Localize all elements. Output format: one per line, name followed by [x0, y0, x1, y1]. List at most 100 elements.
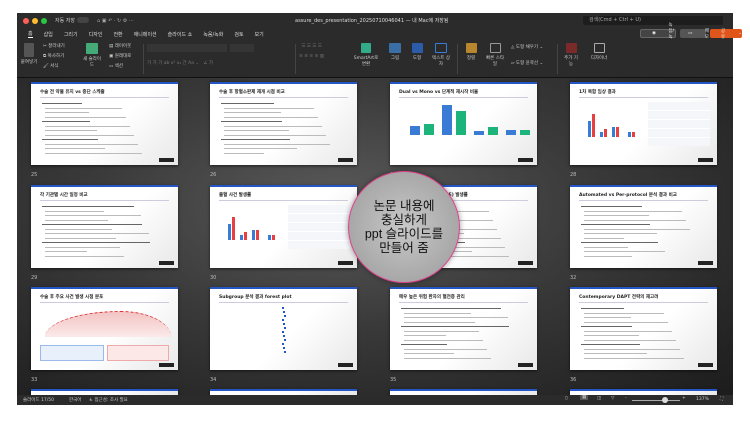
forest-point	[284, 339, 286, 341]
slide-title: 매우 높은 위험 환자의 혈전증 관리	[399, 295, 465, 300]
slide-number: 33	[31, 377, 38, 383]
tab-record[interactable]: 녹음/녹화	[203, 31, 223, 38]
text-line	[224, 125, 322, 127]
minimize-window-button[interactable]	[32, 18, 38, 24]
copy-button[interactable]: ⧉ 복사하기	[43, 53, 64, 59]
shapes-button[interactable]: 도형	[409, 43, 425, 61]
search-input[interactable]: 검색(Cmd + Ctrl + U)	[583, 16, 723, 25]
close-window-button[interactable]	[23, 18, 29, 24]
forest-point	[282, 307, 284, 309]
slide-thumbnail[interactable]: 수술 전 약물 유지 vs 중단 스케줄	[31, 82, 178, 165]
paste-button[interactable]: 붙여넣기	[20, 43, 38, 65]
arrange-button[interactable]: 정렬	[463, 43, 479, 61]
tab-view[interactable]: 보기	[255, 31, 264, 38]
slide-sorter-view-button[interactable]: ▦	[580, 395, 589, 400]
slide-thumbnail[interactable]: 1차 복합 임상 결과	[570, 82, 717, 165]
font-size-select[interactable]	[230, 44, 254, 52]
designer-button[interactable]: 디자이너	[589, 43, 609, 61]
tab-draw[interactable]: 그리기	[64, 31, 78, 38]
text-line	[584, 321, 668, 323]
overlay-caption: 논문 내용에 충실하게 ppt 슬라이드를 만들어 줌	[364, 199, 444, 255]
share-button[interactable]: 공유 ⌄	[710, 29, 742, 40]
font-format-buttons[interactable]: 가 가 가 ab x² x₂ 간 Aa ⌄ ∠ 가	[147, 60, 213, 66]
paragraph-buttons[interactable]: ☰ ☰ ☰ ☰ ≡ ≡ ≡ ≡ ▥	[299, 44, 324, 59]
accessibility-status[interactable]: ♿ 접근성: 조사 필요	[89, 397, 128, 403]
textbox-button[interactable]: 텍스트 상자	[431, 43, 451, 67]
text-line	[45, 251, 87, 252]
text-line	[584, 228, 690, 230]
text-line	[45, 246, 120, 248]
slide-thumbnail[interactable]: 출혈 사건 발생률	[210, 185, 357, 268]
tab-home[interactable]: 홈	[28, 30, 33, 38]
text-line	[224, 143, 330, 145]
slide-thumbnail[interactable]: Contemporary DAPT 전략의 재고려	[570, 287, 717, 370]
tab-slideshow[interactable]: 슬라이드 쇼	[168, 31, 193, 38]
slide-thumbnail[interactable]: Automated vs Per-protocol 분석 결과 비교	[570, 185, 717, 268]
forest-point	[283, 311, 285, 313]
slide-number: 25	[31, 172, 38, 178]
new-slide-button[interactable]: 새 슬라이드	[81, 43, 103, 68]
picture-button[interactable]: 그림	[387, 43, 403, 61]
slide-thumbnail[interactable]: 수술 후 항혈소판제 재개 시점 비교	[210, 82, 357, 165]
chart-bar	[228, 224, 231, 240]
comments-button[interactable]: ▭ 메모	[680, 29, 709, 40]
text-line	[581, 344, 640, 345]
forest-point	[284, 327, 286, 329]
smartart-button[interactable]: SmartArt로 변환	[353, 43, 379, 67]
slide-thumbnail[interactable]: 각 기관별 시간 일정 비교	[31, 185, 178, 268]
quick-styles-button[interactable]: 빠른 스타일	[485, 43, 505, 67]
text-line	[404, 321, 475, 323]
cut-button[interactable]: ✂ 잘라내기	[43, 43, 65, 49]
tab-transitions[interactable]: 전환	[113, 31, 122, 38]
section-button[interactable]: ▭ 섹션	[109, 63, 123, 69]
text-line	[224, 152, 264, 154]
record-button[interactable]: ◉ 녹음/녹화	[640, 23, 676, 46]
chart-bar	[588, 121, 591, 137]
font-family-select[interactable]	[147, 44, 227, 52]
fit-to-window-icon[interactable]: ⛶	[720, 396, 723, 402]
text-line	[401, 308, 501, 309]
slide-title: Automated vs Per-protocol 분석 결과 비교	[579, 193, 677, 198]
text-line	[224, 148, 297, 149]
shape-fill-button[interactable]: ◬ 도형 채우기 ⌄	[511, 44, 543, 50]
textbox-icon	[435, 43, 447, 53]
logo	[338, 363, 353, 367]
text-line	[45, 210, 104, 212]
tab-design[interactable]: 디자인	[89, 31, 103, 38]
tab-review[interactable]: 검토	[234, 31, 243, 38]
zoom-slider-thumb[interactable]	[662, 397, 668, 403]
quick-access-icons[interactable]: ⌂ ▣ ↶ · ↻ ⚙ ···	[97, 18, 134, 24]
slide-thumbnail[interactable]: 수술 후 주요 사건 발생 시점 분포	[31, 287, 178, 370]
slide-title: 수술 후 항혈소판제 재개 시점 비교	[219, 90, 285, 95]
text-line	[45, 143, 138, 145]
slide-title: 1차 복합 임상 결과	[579, 90, 616, 95]
zoom-level[interactable]: 137%	[696, 397, 709, 402]
chart-bar	[240, 234, 243, 240]
info-box	[107, 345, 169, 361]
slide-title: Subgroup 분석 결과 forest plot	[219, 295, 292, 300]
table	[648, 102, 710, 146]
zoom-out-button[interactable]: -	[625, 396, 627, 401]
status-bar: 슬라이드 17/50 한국어 ♿ 접근성: 조사 필요 ▯ ▦ ◫ ▽ - + …	[17, 395, 733, 405]
slide-thumbnail[interactable]: Subgroup 분석 결과 forest plot	[210, 287, 357, 370]
format-painter-button[interactable]: 🖌 서식	[43, 63, 58, 69]
reset-button[interactable]: ▣ 원래대로	[109, 53, 131, 59]
slide-thumbnail[interactable]: 매우 높은 위험 환자의 혈전증 관리	[390, 287, 537, 370]
tab-animations[interactable]: 애니메이션	[134, 31, 157, 38]
maximize-window-button[interactable]	[41, 18, 47, 24]
normal-view-button[interactable]: ▯	[565, 396, 567, 401]
reading-view-button[interactable]: ◫	[597, 396, 601, 401]
language-status[interactable]: 한국어	[69, 397, 81, 403]
addins-button[interactable]: 추가 기능	[563, 43, 579, 67]
slideshow-button[interactable]: ▽	[611, 396, 614, 401]
shape-outline-button[interactable]: ▱ 도형 윤곽선 ⌄	[511, 60, 543, 66]
slide-title: Contemporary DAPT 전략의 재고려	[579, 295, 659, 300]
slide-thumbnail[interactable]: Dual vs Mono vs 단계적 재시작 비율	[390, 82, 537, 165]
tab-insert[interactable]: 삽입	[44, 31, 53, 38]
autosave-toggle[interactable]	[77, 17, 89, 23]
zoom-in-button[interactable]: +	[682, 396, 686, 401]
layout-button[interactable]: ▤ 레이아웃	[109, 43, 131, 49]
slide-number: 34	[210, 377, 217, 383]
zoom-slider[interactable]	[632, 400, 680, 401]
text-line	[584, 210, 682, 212]
